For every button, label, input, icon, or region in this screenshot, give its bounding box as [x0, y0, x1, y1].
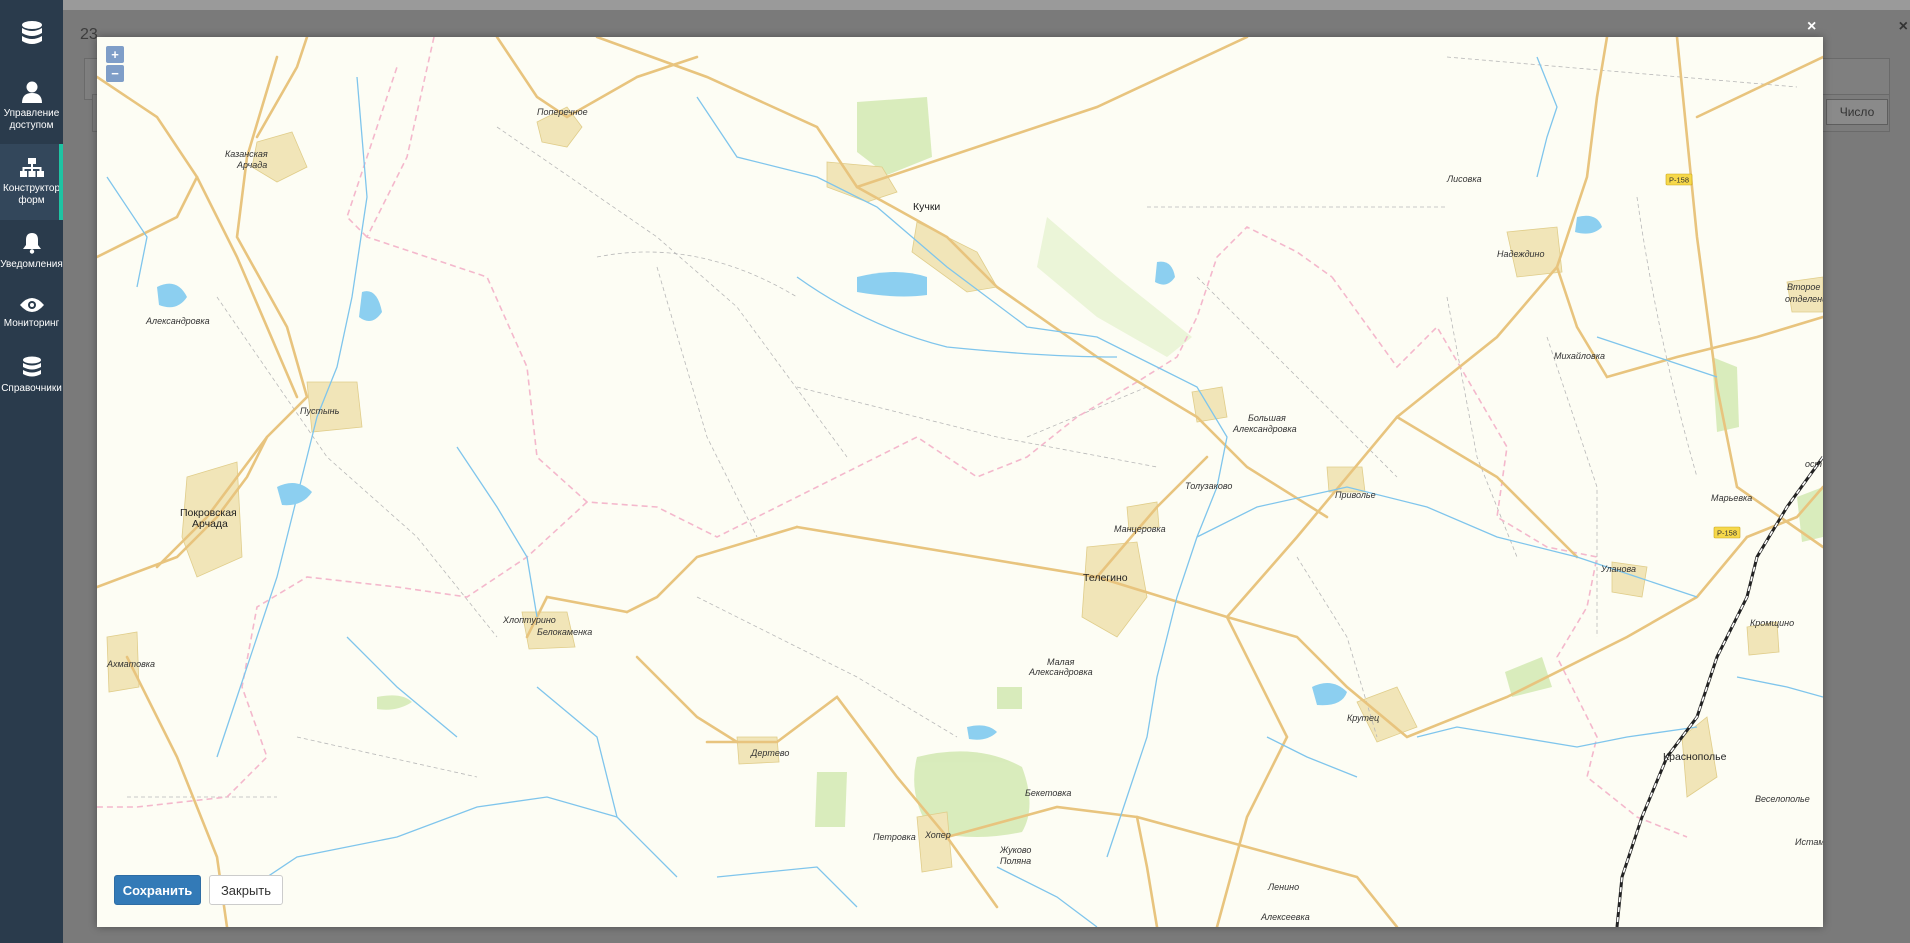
sidebar-item-label: Управление доступом [3, 107, 60, 131]
top-bar [63, 0, 1910, 10]
place-label: Дертево [750, 748, 789, 758]
logo-database-icon[interactable] [0, 0, 63, 68]
place-label: Приволье [1335, 490, 1376, 500]
place-label: отделение [1785, 294, 1823, 304]
place-label: Веселополье [1755, 794, 1810, 804]
modal-close-icon[interactable]: × [1807, 18, 1816, 36]
place-label: Поляна [1000, 856, 1031, 866]
sidebar-item-label: Конструктор форм [2, 182, 61, 206]
close-button[interactable]: Закрыть [209, 875, 283, 905]
sidebar-item-monitoring[interactable]: Мониторинг [0, 282, 63, 344]
sidebar-item-label: Мониторинг [3, 317, 60, 329]
road-shield: Р-158 [1665, 173, 1693, 186]
sitemap-icon [19, 157, 44, 177]
place-label: Петровка [873, 832, 916, 842]
place-label: Второе [1787, 282, 1820, 292]
place-label: Истам [1795, 837, 1823, 847]
place-label: Ленино [1267, 882, 1299, 892]
place-label: Алексеевка [1260, 912, 1310, 922]
sidebar-item-label: Уведомления [0, 258, 63, 270]
user-icon [21, 81, 42, 103]
road-shield-label: Р-158 [1669, 176, 1689, 185]
number-type-button[interactable]: Число [1826, 99, 1888, 125]
place-label: Малая [1047, 657, 1075, 667]
place-label: Казанская [225, 149, 268, 159]
place-label: Поперечное [537, 107, 588, 117]
sidebar-item-access[interactable]: Управление доступом [0, 68, 63, 144]
place-label: Лисовка [1446, 174, 1482, 184]
place-label: Арчада [192, 518, 228, 530]
place-label: Хлоптурино [502, 615, 556, 625]
place-label: Кучки [913, 201, 940, 213]
place-label: Александровка [1028, 667, 1093, 677]
bell-icon [22, 232, 41, 254]
zoom-out-button[interactable]: − [106, 65, 124, 82]
place-label: Михайловка [1554, 351, 1605, 361]
save-button[interactable]: Сохранить [114, 875, 201, 905]
place-label: Бекетовка [1025, 788, 1071, 798]
database-icon [22, 356, 41, 376]
place-label: Толузаково [1185, 481, 1232, 491]
place-label: Белокаменка [537, 627, 592, 637]
eye-icon [19, 297, 44, 312]
place-label: Краснополье [1663, 751, 1727, 763]
place-label: Пустынь [300, 406, 340, 416]
place-label: Марьевка [1711, 493, 1752, 503]
place-label: Надеждино [1497, 249, 1545, 259]
place-label: Большая [1248, 413, 1286, 423]
sidebar-item-notifications[interactable]: Уведомления [0, 220, 63, 282]
zoom-in-button[interactable]: + [106, 46, 124, 63]
page-number: 23 [80, 26, 98, 43]
place-label: Александровка [1232, 424, 1297, 434]
place-label: Манцеровка [1114, 524, 1166, 534]
place-label: Хопер [924, 830, 951, 840]
place-label: Арчада [236, 160, 267, 170]
road-shield-label: Р-158 [1717, 529, 1737, 538]
map-modal: Р-158 Р-158 Поперечное Казанская Арчада … [97, 37, 1823, 927]
map-canvas[interactable]: Р-158 Р-158 Поперечное Казанская Арчада … [97, 37, 1823, 927]
page-close-icon[interactable]: × [1899, 18, 1908, 36]
place-label: Телегино [1083, 572, 1128, 584]
place-label: Уланова [1600, 564, 1636, 574]
sidebar-item-label: Справочники [1, 382, 62, 394]
place-label: Жуково [999, 845, 1031, 855]
place-label: Кромщино [1750, 618, 1794, 628]
place-label: ост [1805, 459, 1823, 469]
road-shield: Р-158 [1713, 526, 1741, 539]
place-label: Александровка [145, 316, 210, 326]
place-label: Ахматовка [106, 659, 155, 669]
sidebar-item-directories[interactable]: Справочники [0, 344, 63, 406]
sidebar-item-form-builder[interactable]: Конструктор форм [0, 144, 63, 220]
place-label: Крутец [1347, 713, 1379, 723]
sidebar: Управление доступом Конструктор форм Уве… [0, 0, 63, 943]
